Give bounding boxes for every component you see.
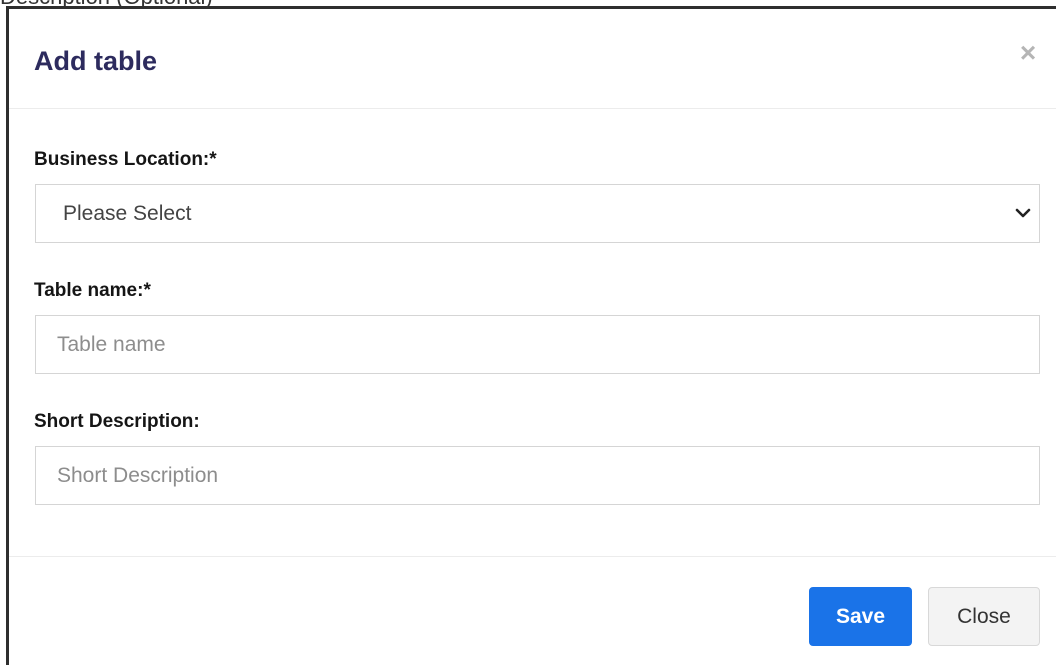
modal-footer: Save Close (9, 556, 1056, 665)
short-description-field-wrapper (35, 446, 1040, 505)
business-location-selected-value: Please Select (63, 202, 192, 225)
business-location-label: Business Location:* (34, 149, 217, 170)
modal-title: Add table (34, 46, 158, 76)
table-name-label: Table name:* (34, 280, 151, 301)
close-button[interactable]: Close (928, 587, 1040, 646)
add-table-modal: Add table × Business Location:* Please S… (6, 6, 1056, 665)
business-location-select[interactable]: Please Select (35, 184, 1040, 243)
short-description-input[interactable] (36, 447, 1039, 504)
modal-header: Add table × (9, 9, 1056, 109)
chevron-down-icon (1015, 208, 1031, 218)
page: Description (Optional) Add table × Busin… (0, 0, 1056, 665)
table-name-field-wrapper (35, 315, 1040, 374)
save-button[interactable]: Save (809, 587, 912, 646)
table-name-input[interactable] (36, 316, 1039, 373)
short-description-label: Short Description: (34, 411, 200, 432)
close-icon[interactable]: × (1016, 39, 1040, 67)
